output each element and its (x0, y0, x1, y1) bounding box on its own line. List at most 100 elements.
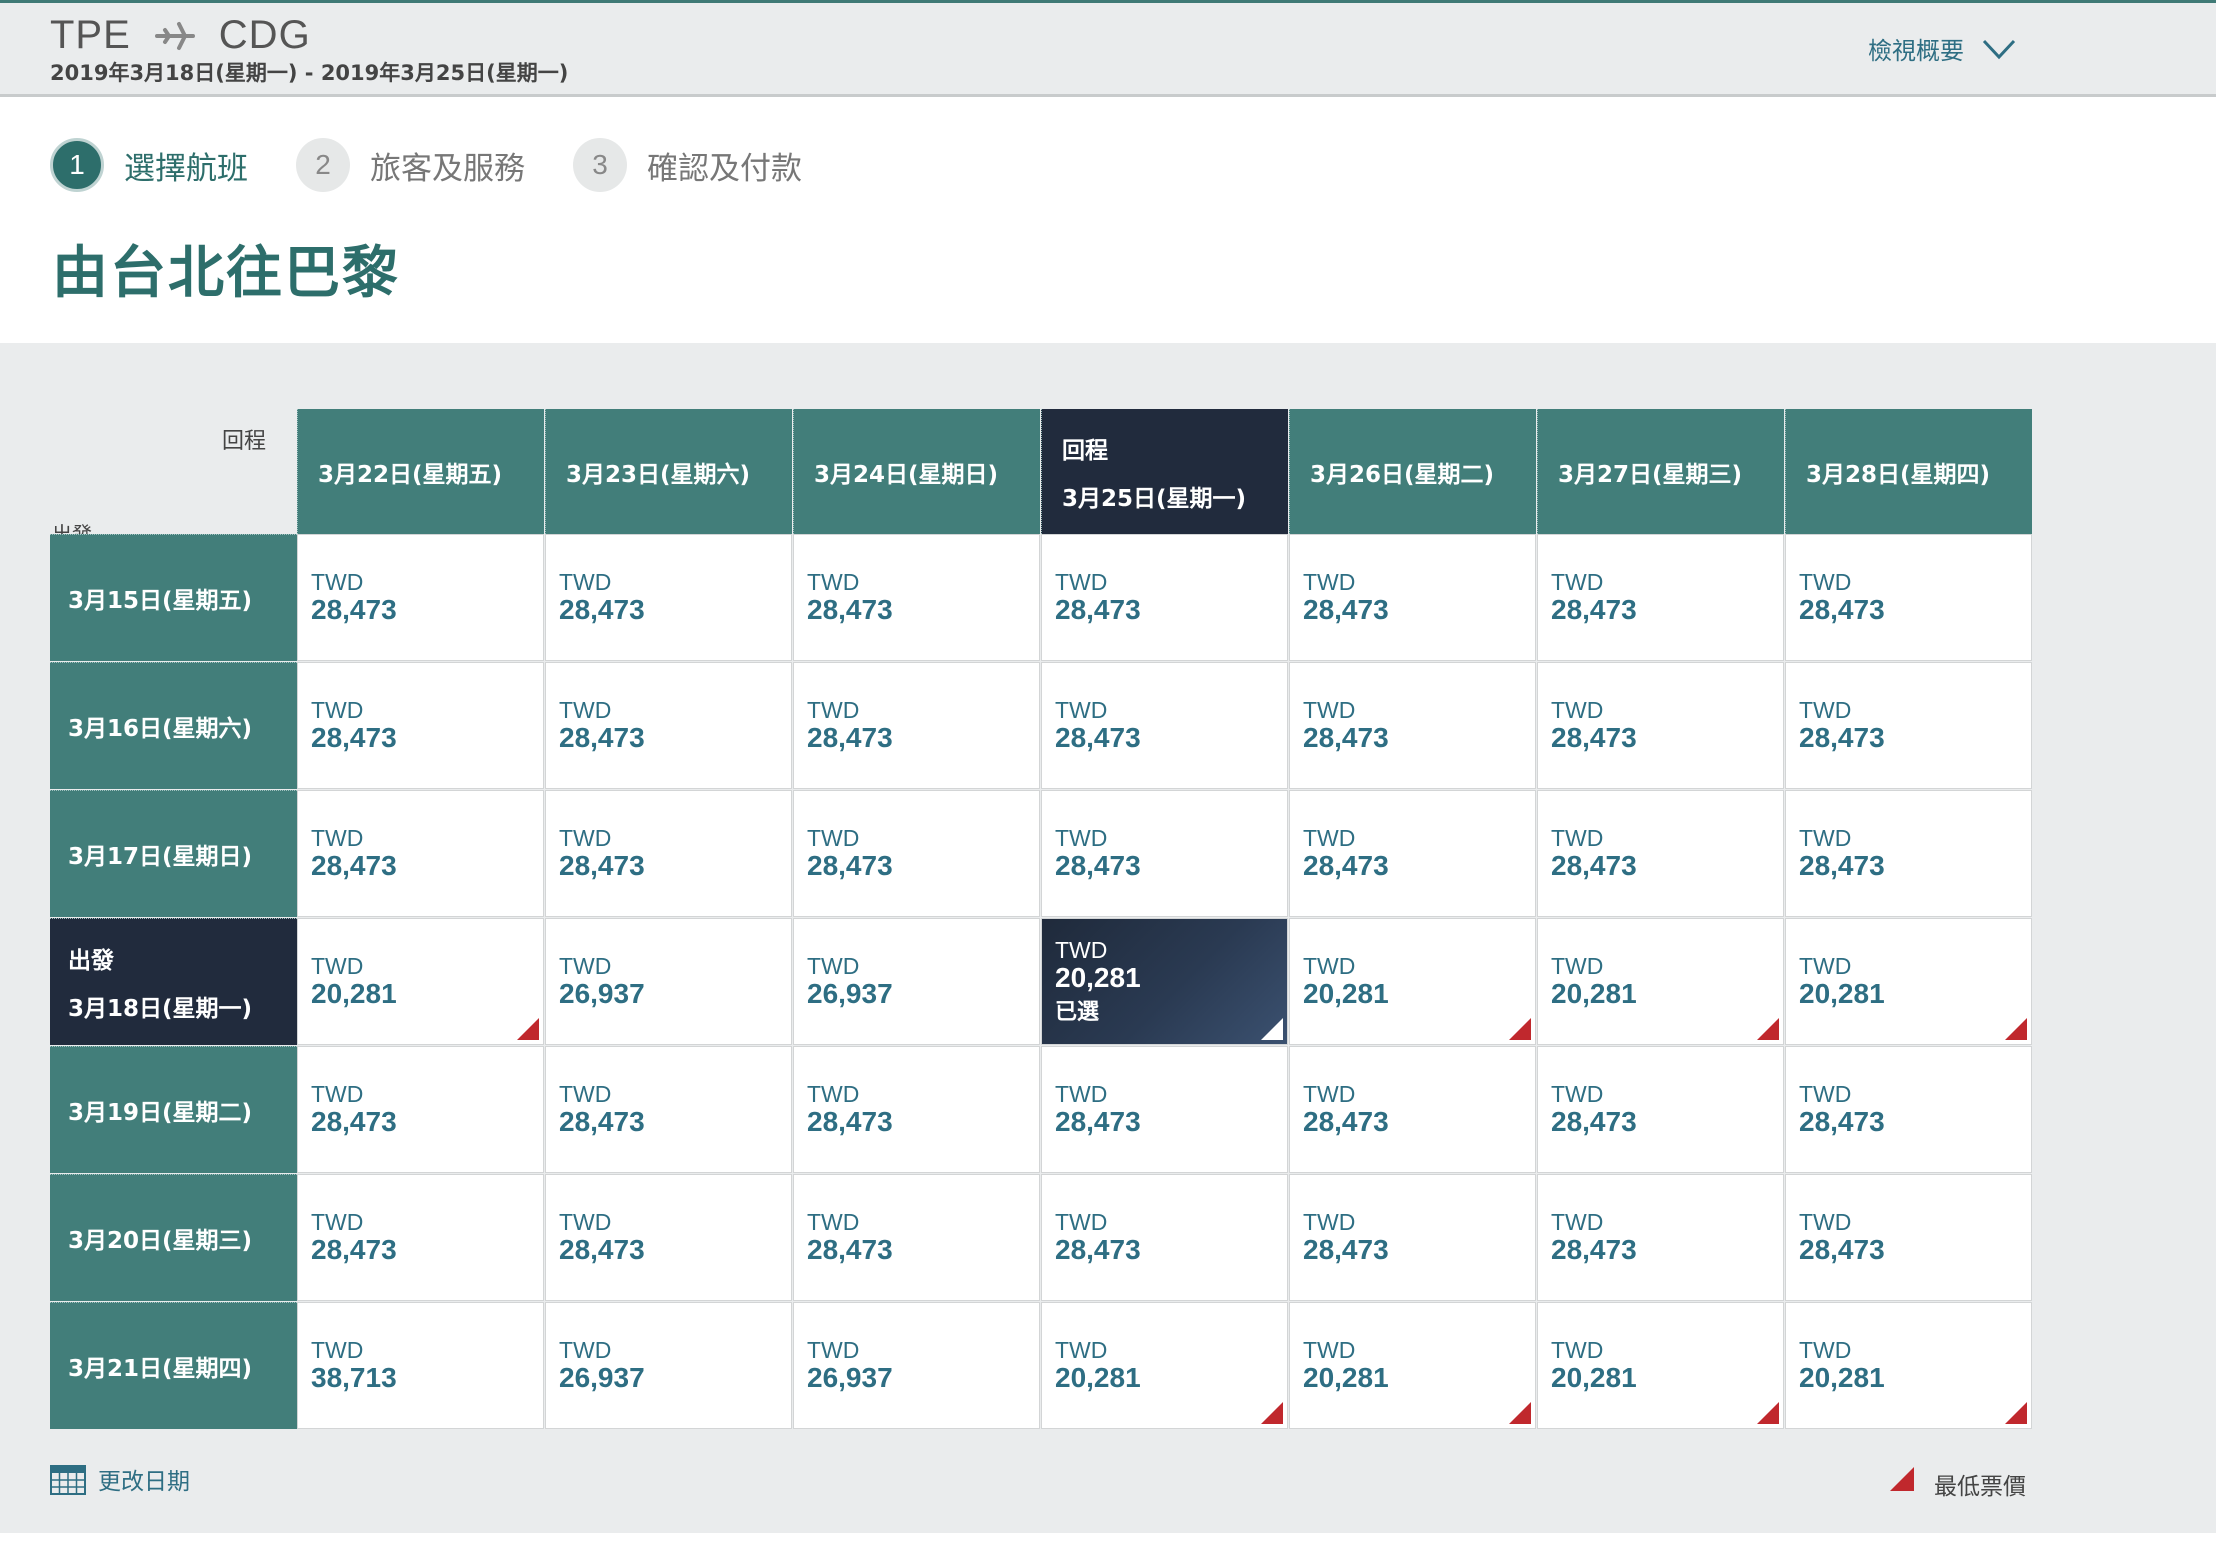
lowest-fare-marker-icon (2005, 1018, 2027, 1040)
return-date-header[interactable]: 3月22日(星期五) (297, 409, 544, 534)
fare-cell[interactable]: TWD 28,473 (1785, 1046, 2032, 1173)
fare-cell[interactable]: TWD 26,937 (545, 1302, 792, 1429)
return-date: 3月26日(星期二) (1310, 461, 1495, 488)
fare-cell[interactable]: TWD 28,473 (1041, 1046, 1288, 1173)
depart-date-header[interactable]: 3月19日(星期二) (50, 1046, 297, 1173)
fare-currency: TWD (1303, 1209, 1356, 1235)
fare-cell[interactable]: TWD 20,281 (1289, 1302, 1536, 1429)
fare-cell[interactable]: TWD 20,281 (1537, 918, 1784, 1045)
depart-label: 出發 (68, 948, 114, 974)
fare-cell[interactable]: TWD 20,281 (1537, 1302, 1784, 1429)
return-date-header-selected[interactable]: 回程 3月25日(星期一) (1041, 409, 1288, 534)
fare-cell-selected[interactable]: TWD 20,281 已選 (1041, 918, 1288, 1045)
fare-amount: 28,473 (1303, 850, 1389, 881)
fare-amount: 28,473 (1055, 1106, 1141, 1137)
lowest-fare-marker-icon (1509, 1402, 1531, 1424)
fare-cell[interactable]: TWD 28,473 (1041, 534, 1288, 661)
fare-amount: 28,473 (1551, 722, 1637, 753)
fare-cell[interactable]: TWD 28,473 (1289, 1046, 1536, 1173)
view-summary-label: 檢視概要 (1868, 37, 1964, 65)
fare-currency: TWD (559, 953, 612, 979)
lowest-fare-marker-icon (517, 1018, 539, 1040)
fare-currency: TWD (311, 697, 364, 723)
fare-amount: 28,473 (1799, 594, 1885, 625)
fare-cell[interactable]: TWD 28,473 (1537, 1046, 1784, 1173)
fare-cell[interactable]: TWD 28,473 (1785, 662, 2032, 789)
change-date-link[interactable]: 更改日期 (50, 1462, 190, 1496)
fare-cell[interactable]: TWD 26,937 (793, 918, 1040, 1045)
fare-cell[interactable]: TWD 28,473 (1289, 1174, 1536, 1301)
fare-currency: TWD (1799, 1081, 1852, 1107)
depart-axis-label: 出發 (52, 522, 92, 534)
return-date-header[interactable]: 3月23日(星期六) (545, 409, 792, 534)
step-number: 1 (50, 138, 104, 192)
lowest-fare-legend: 最低票價 (1890, 1467, 2026, 1501)
fare-cell[interactable]: TWD 28,473 (793, 534, 1040, 661)
depart-date-header[interactable]: 3月15日(星期五) (50, 534, 297, 661)
depart-date: 3月15日(星期五) (68, 588, 253, 614)
step-number: 2 (296, 138, 350, 192)
fare-cell[interactable]: TWD 28,473 (545, 1046, 792, 1173)
fare-amount: 28,473 (311, 1234, 397, 1265)
fare-currency: TWD (1799, 1209, 1852, 1235)
fare-cell[interactable]: TWD 28,473 (1537, 1174, 1784, 1301)
depart-date-header[interactable]: 3月17日(星期日) (50, 790, 297, 917)
return-axis-label: 回程 (222, 429, 267, 454)
return-date-header[interactable]: 3月26日(星期二) (1289, 409, 1536, 534)
return-date-header[interactable]: 3月28日(星期四) (1785, 409, 2032, 534)
fare-amount: 26,937 (807, 978, 893, 1009)
fare-cell[interactable]: TWD 28,473 (297, 1046, 544, 1173)
fare-cell[interactable]: TWD 28,473 (1537, 790, 1784, 917)
return-date-header[interactable]: 3月24日(星期日) (793, 409, 1040, 534)
depart-date-header[interactable]: 3月20日(星期三) (50, 1174, 297, 1301)
fare-cell[interactable]: TWD 28,473 (1289, 662, 1536, 789)
fare-currency: TWD (1055, 1337, 1108, 1363)
fare-cell[interactable]: TWD 28,473 (297, 1174, 544, 1301)
fare-amount: 28,473 (807, 1234, 893, 1265)
fare-cell[interactable]: TWD 28,473 (545, 534, 792, 661)
fare-cell[interactable]: TWD 28,473 (793, 1046, 1040, 1173)
fare-cell[interactable]: TWD 28,473 (545, 1174, 792, 1301)
fare-cell[interactable]: TWD 28,473 (1041, 1174, 1288, 1301)
fare-cell[interactable]: TWD 20,281 (1785, 918, 2032, 1045)
fare-cell[interactable]: TWD 28,473 (1537, 534, 1784, 661)
fare-amount: 20,281 (1551, 1362, 1637, 1393)
depart-date-header-selected[interactable]: 出發 3月18日(星期一) (50, 918, 297, 1045)
return-date-header[interactable]: 3月27日(星期三) (1537, 409, 1784, 534)
return-date: 3月23日(星期六) (566, 461, 751, 488)
depart-date: 3月21日(星期四) (68, 1356, 253, 1382)
fare-currency: TWD (1551, 1337, 1604, 1363)
depart-date-header[interactable]: 3月16日(星期六) (50, 662, 297, 789)
fare-cell[interactable]: TWD 28,473 (1785, 790, 2032, 917)
fare-amount: 28,473 (559, 594, 645, 625)
depart-date-header[interactable]: 3月21日(星期四) (50, 1302, 297, 1429)
fare-cell[interactable]: TWD 28,473 (1537, 662, 1784, 789)
fare-cell[interactable]: TWD 28,473 (297, 790, 544, 917)
fare-cell[interactable]: TWD 28,473 (793, 1174, 1040, 1301)
fare-cell[interactable]: TWD 28,473 (297, 534, 544, 661)
fare-cell[interactable]: TWD 28,473 (545, 662, 792, 789)
fare-currency: TWD (1799, 569, 1852, 595)
fare-cell[interactable]: TWD 26,937 (793, 1302, 1040, 1429)
fare-cell[interactable]: TWD 28,473 (545, 790, 792, 917)
fare-cell[interactable]: TWD 28,473 (1289, 790, 1536, 917)
fare-cell[interactable]: TWD 28,473 (1041, 790, 1288, 917)
fare-currency: TWD (1799, 1337, 1852, 1363)
fare-currency: TWD (1055, 569, 1108, 595)
fare-cell[interactable]: TWD 28,473 (793, 790, 1040, 917)
fare-cell[interactable]: TWD 20,281 (1785, 1302, 2032, 1429)
fare-cell[interactable]: TWD 20,281 (1289, 918, 1536, 1045)
fare-amount: 26,937 (559, 978, 645, 1009)
fare-cell[interactable]: TWD 20,281 (297, 918, 544, 1045)
fare-cell[interactable]: TWD 26,937 (545, 918, 792, 1045)
fare-cell[interactable]: TWD 28,473 (1785, 1174, 2032, 1301)
view-summary-button[interactable]: 檢視概要 (1868, 31, 2016, 66)
fare-cell[interactable]: TWD 28,473 (1785, 534, 2032, 661)
fare-cell[interactable]: TWD 28,473 (1289, 534, 1536, 661)
fare-cell[interactable]: TWD 20,281 (1041, 1302, 1288, 1429)
fare-cell[interactable]: TWD 28,473 (297, 662, 544, 789)
fare-cell[interactable]: TWD 28,473 (793, 662, 1040, 789)
fare-currency: TWD (1551, 569, 1604, 595)
fare-cell[interactable]: TWD 38,713 (297, 1302, 544, 1429)
fare-cell[interactable]: TWD 28,473 (1041, 662, 1288, 789)
